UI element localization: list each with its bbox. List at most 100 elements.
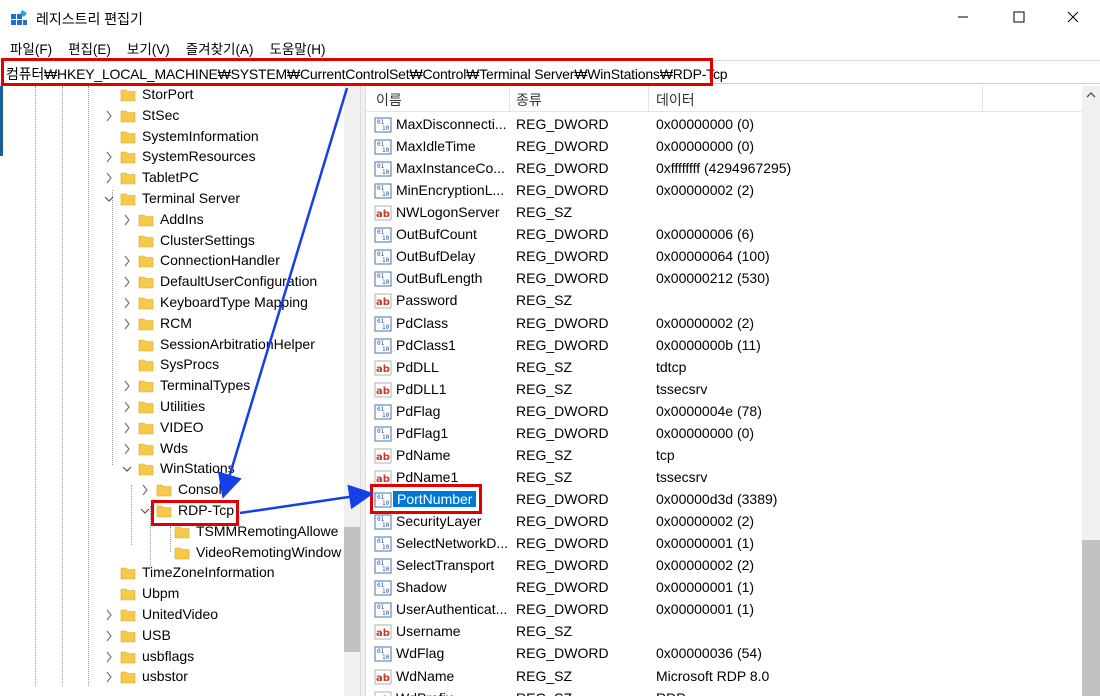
tree-item[interactable]: StSec [0, 106, 345, 127]
menu-help[interactable]: 도움말(H) [259, 36, 331, 58]
tree-item-label: RCM [160, 314, 192, 331]
chevron-right-icon[interactable] [104, 608, 114, 622]
column-header-data[interactable]: 데이터 [656, 90, 695, 110]
chevron-right-icon[interactable] [122, 317, 132, 331]
value-row[interactable]: 01 10 OutBufLength REG_DWORD 0x00000212 (530… [366, 268, 1082, 290]
value-list-pane[interactable]: 이름 종류 데이터 01 10 MaxDisconnecti... REG_DWORD… [366, 86, 1100, 696]
close-button[interactable] [1050, 0, 1096, 34]
string-value-icon: ab [374, 691, 392, 696]
value-row[interactable]: 01 10 MaxDisconnecti... REG_DWORD 0x00000000… [366, 114, 1082, 136]
value-row[interactable]: 01 10 SelectNetworkD... REG_DWORD 0x00000001… [366, 533, 1082, 555]
chevron-right-icon[interactable] [122, 442, 132, 456]
value-row[interactable]: ab PdName REG_SZ tcp [366, 445, 1082, 467]
tree-item[interactable]: usbstor [0, 667, 345, 688]
chevron-right-icon[interactable] [122, 421, 132, 435]
chevron-right-icon[interactable] [104, 109, 114, 123]
svg-text:ab: ab [376, 628, 390, 639]
chevron-right-icon[interactable] [104, 629, 114, 643]
value-row[interactable]: 01 10 PdFlag1 REG_DWORD 0x00000000 (0) [366, 423, 1082, 445]
tree-item[interactable]: USB [0, 626, 345, 647]
value-row[interactable]: 01 10 PdFlag REG_DWORD 0x0000004e (78) [366, 401, 1082, 423]
tree-item[interactable]: VideoRemotingWindow [0, 543, 345, 564]
scroll-up-arrow-icon[interactable] [1082, 86, 1100, 104]
value-row[interactable]: ab PdDLL REG_SZ tdtcp [366, 357, 1082, 379]
value-row[interactable]: ab PdDLL1 REG_SZ tssecsrv [366, 379, 1082, 401]
tree-item[interactable]: RCM [0, 314, 345, 335]
value-row[interactable]: ab Password REG_SZ [366, 290, 1082, 312]
column-divider[interactable] [509, 86, 510, 112]
folder-icon [138, 235, 154, 247]
column-divider[interactable] [648, 86, 649, 112]
value-row[interactable]: ab WdName REG_SZ Microsoft RDP 8.0 [366, 666, 1082, 688]
chevron-right-icon[interactable] [104, 650, 114, 664]
value-row[interactable]: 01 10 MaxIdleTime REG_DWORD 0x00000000 (0) [366, 136, 1082, 158]
svg-text:ab: ab [376, 452, 390, 463]
value-row[interactable]: 01 10 SecurityLayer REG_DWORD 0x00000002 (2) [366, 511, 1082, 533]
chevron-down-icon[interactable] [140, 504, 150, 518]
column-divider[interactable] [982, 86, 983, 112]
chevron-down-icon[interactable] [122, 462, 132, 476]
chevron-right-icon[interactable] [122, 254, 132, 268]
value-row[interactable]: ab NWLogonServer REG_SZ [366, 202, 1082, 224]
value-row[interactable]: 01 10 Shadow REG_DWORD 0x00000001 (1) [366, 577, 1082, 599]
tree-item[interactable]: TerminalTypes [0, 376, 345, 397]
tree-item[interactable]: VIDEO [0, 418, 345, 439]
chevron-right-icon[interactable] [104, 171, 114, 185]
value-row[interactable]: 01 10 MaxInstanceCo... REG_DWORD 0xffffffff … [366, 158, 1082, 180]
value-row[interactable]: ab WdPrefix REG_SZ RDP [366, 688, 1082, 696]
menu-edit[interactable]: 편집(E) [58, 36, 117, 58]
menu-favorites[interactable]: 즐겨찾기(A) [176, 36, 260, 58]
column-header-type[interactable]: 종류 [516, 90, 542, 110]
chevron-right-icon[interactable] [122, 275, 132, 289]
value-row[interactable]: 01 10 UserAuthenticat... REG_DWORD 0x0000000… [366, 599, 1082, 621]
tree-item[interactable]: usbflags [0, 647, 345, 668]
chevron-right-icon[interactable] [122, 379, 132, 393]
chevron-right-icon[interactable] [104, 150, 114, 164]
tree-item[interactable]: ClusterSettings [0, 231, 345, 252]
menu-file[interactable]: 파일(F) [0, 36, 58, 58]
minimize-button[interactable] [940, 0, 986, 34]
value-row[interactable]: 01 10 PdClass REG_DWORD 0x00000002 (2) [366, 313, 1082, 335]
tree-item[interactable]: SessionArbitrationHelper [0, 335, 345, 356]
chevron-right-icon[interactable] [122, 400, 132, 414]
tree-item-label: ClusterSettings [160, 231, 255, 248]
value-row[interactable]: 01 10 OutBufDelay REG_DWORD 0x00000064 (100) [366, 246, 1082, 268]
value-row[interactable]: ab Username REG_SZ [366, 621, 1082, 643]
tree-item[interactable]: Ubpm [0, 584, 345, 605]
tree-item[interactable]: ConnectionHandler [0, 251, 345, 272]
tree-item[interactable]: Console [0, 480, 345, 501]
tree-item-label: USB [142, 626, 171, 643]
folder-icon [156, 484, 172, 497]
tree-item[interactable]: AddIns [0, 210, 345, 231]
column-header-name[interactable]: 이름 [376, 90, 402, 110]
value-row[interactable]: 01 10 OutBufCount REG_DWORD 0x00000006 (6) [366, 224, 1082, 246]
tree-item[interactable]: Terminal Server [0, 189, 345, 210]
chevron-right-icon[interactable] [122, 296, 132, 310]
tree-item[interactable]: WinStations [0, 459, 345, 480]
value-type: REG_DWORD [516, 160, 609, 177]
value-row[interactable]: 01 10 PdClass1 REG_DWORD 0x0000000b (11) [366, 335, 1082, 357]
chevron-right-icon[interactable] [104, 670, 114, 684]
value-row[interactable]: 01 10 WdFlag REG_DWORD 0x00000036 (54) [366, 643, 1082, 665]
value-row[interactable]: 01 10 SelectTransport REG_DWORD 0x00000002 (… [366, 555, 1082, 577]
tree-item[interactable]: TimeZoneInformation [0, 563, 345, 584]
tree-item[interactable]: Utilities [0, 397, 345, 418]
tree-item[interactable]: SystemInformation [0, 127, 345, 148]
tree-item[interactable]: StorPort [0, 86, 345, 106]
tree-item[interactable]: UnitedVideo [0, 605, 345, 626]
menu-view[interactable]: 보기(V) [117, 36, 176, 58]
tree-item[interactable]: KeyboardType Mapping [0, 293, 345, 314]
chevron-right-icon[interactable] [122, 213, 132, 227]
tree-item[interactable]: SystemResources [0, 147, 345, 168]
tree-scrollbar-thumb[interactable] [344, 527, 360, 652]
chevron-right-icon[interactable] [140, 483, 150, 497]
tree-item[interactable]: DefaultUserConfiguration [0, 272, 345, 293]
tree-item[interactable]: SysProcs [0, 355, 345, 376]
tree-item[interactable]: Wds [0, 439, 345, 460]
list-scrollbar-thumb[interactable] [1082, 540, 1100, 696]
maximize-button[interactable] [996, 0, 1042, 34]
tree-item[interactable]: TabletPC [0, 168, 345, 189]
value-name: NWLogonServer [396, 204, 500, 221]
key-tree-pane[interactable]: StorPort StSec SystemInformation SystemReso… [0, 86, 360, 696]
value-row[interactable]: 01 10 MinEncryptionL... REG_DWORD 0x00000002… [366, 180, 1082, 202]
